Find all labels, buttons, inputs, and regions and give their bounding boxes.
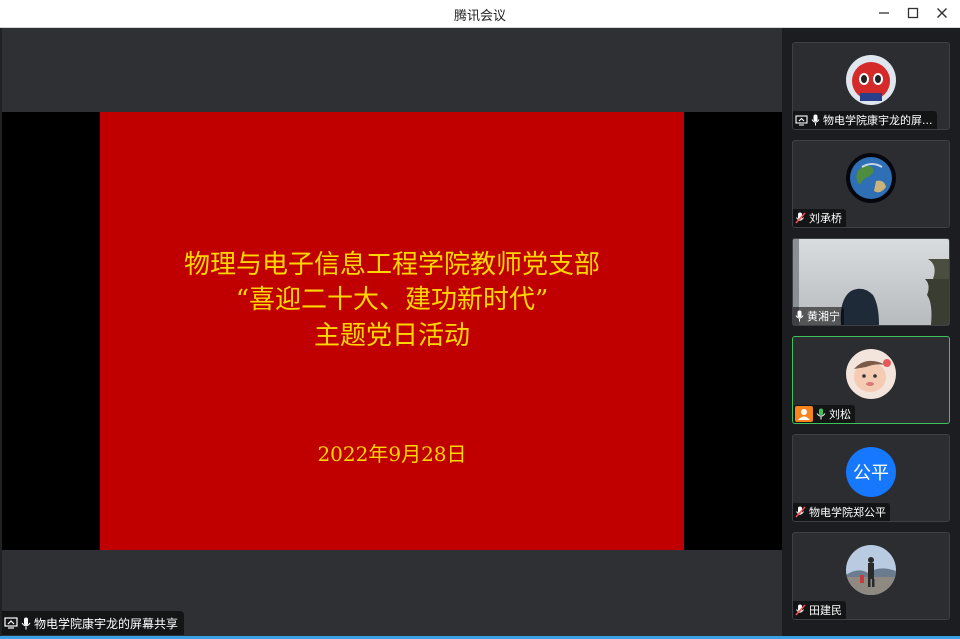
participant-name: 物电学院康宇龙的屏... — [823, 114, 933, 127]
spiderman-avatar — [846, 55, 896, 105]
earth-avatar — [846, 153, 896, 203]
participant-tile[interactable]: 田建民 — [792, 532, 950, 620]
microphone-icon — [795, 310, 804, 322]
participant-name: 田建民 — [809, 604, 842, 617]
baby-avatar — [846, 349, 896, 399]
main-stage: 物理与电子信息工程学院教师党支部 “喜迎二十大、建功新时代” 主题党日活动 20… — [2, 28, 782, 636]
slide-title-line-2: “喜迎二十大、建功新时代” — [235, 285, 549, 315]
participant-tile-active[interactable]: 刘松 — [792, 336, 950, 424]
close-button[interactable] — [931, 3, 953, 23]
microphone-muted-icon — [795, 212, 806, 224]
maximize-button[interactable] — [902, 3, 924, 23]
participant-label: 刘承桥 — [793, 209, 846, 227]
participant-label: 物电学院康宇龙的屏... — [793, 111, 937, 129]
window-title: 腾讯会议 — [453, 9, 506, 24]
minimize-button[interactable] — [873, 3, 895, 23]
participant-name: 物电学院郑公平 — [809, 506, 886, 519]
maximize-icon — [907, 7, 919, 19]
participant-tile[interactable]: 物电学院康宇龙的屏... — [792, 42, 950, 130]
presentation-slide: 物理与电子信息工程学院教师党支部 “喜迎二十大、建功新时代” 主题党日活动 20… — [100, 112, 684, 550]
microphone-icon — [21, 617, 31, 630]
initials-avatar: 公平 — [846, 447, 896, 497]
participant-sidebar: 物电学院康宇龙的屏... 刘承桥 黄湘宁 刘松 公平 物电学院郑公平 田建民 — [782, 28, 960, 639]
window-titlebar: 腾讯会议 — [0, 0, 960, 28]
participant-tile[interactable]: 黄湘宁 — [792, 238, 950, 326]
microphone-speaking-icon — [816, 408, 826, 420]
participant-label: 田建民 — [793, 601, 846, 619]
participant-label: 刘松 — [793, 405, 855, 423]
host-icon — [795, 406, 813, 422]
participant-name: 刘承桥 — [809, 212, 842, 225]
participant-label: 黄湘宁 — [793, 307, 844, 325]
minimize-icon — [879, 12, 889, 14]
participant-label: 物电学院郑公平 — [793, 503, 890, 521]
participant-tile[interactable]: 公平 物电学院郑公平 — [792, 434, 950, 522]
participant-name: 黄湘宁 — [807, 310, 840, 323]
screen-share-icon — [4, 617, 18, 629]
close-icon — [937, 8, 947, 18]
slide-title-line-1: 物理与电子信息工程学院教师党支部 — [183, 250, 600, 280]
slide-date: 2022年9月28日 — [317, 442, 467, 466]
walking-avatar — [846, 545, 896, 595]
screen-share-area[interactable]: 物理与电子信息工程学院教师党支部 “喜迎二十大、建功新时代” 主题党日活动 20… — [2, 112, 782, 550]
participant-name: 刘松 — [829, 408, 851, 421]
screen-share-label: 物电学院康宇龙的屏幕共享 — [2, 611, 185, 635]
microphone-muted-icon — [795, 506, 806, 518]
microphone-icon — [811, 114, 820, 126]
microphone-muted-icon — [795, 604, 806, 616]
screen-share-label-text: 物电学院康宇龙的屏幕共享 — [34, 616, 179, 631]
slide-title-line-3: 主题党日活动 — [313, 321, 470, 351]
screen-share-icon — [795, 114, 808, 126]
participant-tile[interactable]: 刘承桥 — [792, 140, 950, 228]
